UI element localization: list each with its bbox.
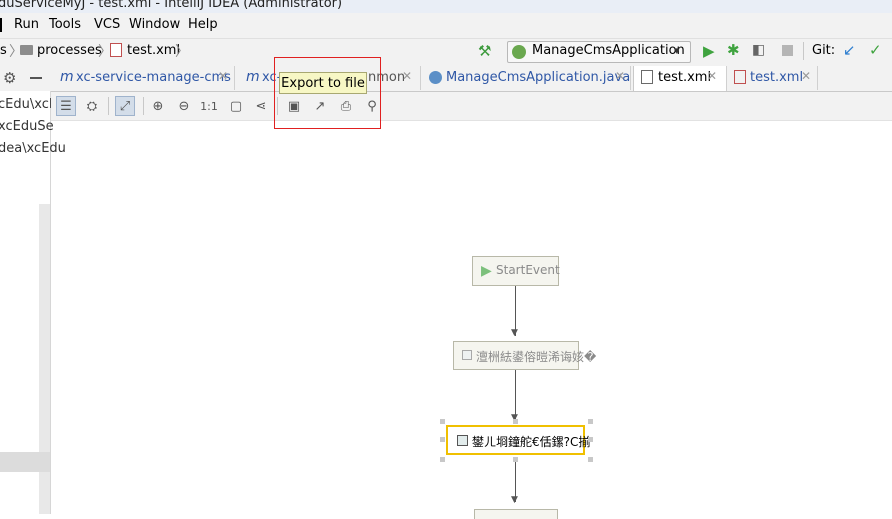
breadcrumb-fragment[interactable]: s — [0, 43, 7, 58]
folder-icon — [20, 45, 33, 55]
resize-handle[interactable] — [588, 437, 593, 442]
structure-icon[interactable]: ⛭ — [82, 96, 102, 116]
resize-handle[interactable] — [588, 457, 593, 462]
selected-user-task-node[interactable]: 鐢ㄦ埛鐘舵€佸鏍?C揃 — [446, 425, 590, 455]
tab-xc-service-manage-cms[interactable]: m xc-service-manage-cms ✕ — [52, 66, 235, 90]
chevron-down-icon: ▾ — [674, 44, 680, 57]
task-icon — [457, 435, 468, 446]
project-tool-window[interactable]: cEdu\xcE xcEduSe dea\xcEdu — [0, 91, 66, 514]
breadcrumb-test-xml[interactable]: test.xml — [127, 43, 180, 58]
tab-test-xml[interactable]: test.xml ✕ — [727, 66, 818, 90]
zoom-out-icon[interactable]: ⊖ — [174, 96, 194, 116]
toolbar-divider — [803, 42, 804, 60]
zoom-in-icon[interactable]: ⊕ — [148, 96, 168, 116]
spring-app-icon — [512, 45, 526, 59]
resize-handle[interactable] — [440, 419, 445, 424]
diagram-file-icon — [641, 70, 653, 84]
menu-bar: Run Tools VCS Window Help — [0, 13, 892, 38]
next-node-partial[interactable] — [474, 509, 558, 519]
tab-test-xml-diagram-active[interactable]: test.xml ✕ — [633, 66, 727, 91]
close-icon[interactable]: ✕ — [402, 69, 412, 83]
fit-content-icon[interactable]: ▢ — [226, 96, 246, 116]
export-tooltip: Export to file — [279, 72, 367, 94]
user-task-node[interactable]: 澶栦紶鍙傛暟浠诲姟� — [453, 341, 596, 370]
tab-managecmsapplication-java[interactable]: ManageCmsApplication.java ✕ — [422, 66, 631, 90]
gear-icon[interactable]: ⚙ — [3, 69, 16, 87]
navigation-bar: s 〉 processes 〉 test.xml 〉 ⚒ ManageCmsAp… — [0, 38, 892, 67]
menu-vcs[interactable]: VCS — [94, 17, 120, 32]
java-class-icon — [429, 71, 442, 84]
close-icon[interactable]: ✕ — [707, 69, 717, 83]
menu-run[interactable]: Run — [14, 17, 39, 32]
tab-label: test.xml — [658, 70, 712, 85]
diagram-canvas[interactable]: ▶ StartEvent ▼ 澶栦紶鍙傛暟浠诲姟� ▼ 鐢ㄦ埛鐘舵€佸鏍?C揃 … — [51, 121, 892, 519]
xml-file-icon — [734, 70, 746, 84]
resize-handle[interactable] — [440, 457, 445, 462]
resize-handle[interactable] — [588, 419, 593, 424]
run-configuration-label: ManageCmsApplication — [532, 43, 685, 58]
window-title-bar: duServiceMyJ - test.xml - IntelliJ IDEA … — [0, 0, 892, 13]
resize-handle[interactable] — [440, 437, 445, 442]
window-title: duServiceMyJ - test.xml - IntelliJ IDEA … — [0, 0, 343, 11]
arrowhead: ▼ — [511, 495, 518, 505]
properties-panel-icon[interactable]: ☰ — [56, 96, 76, 116]
tab-label: xc-service-manage-cms — [76, 70, 231, 85]
diagram-toolbar: ☰ ⛭ ⤢ ⊕ ⊖ 1:1 ▢ ⋖ ▣ ↗ ⎙ ⚲ — [51, 92, 892, 121]
close-icon[interactable]: ✕ — [615, 69, 625, 83]
maven-module-icon: m — [60, 69, 74, 85]
debug-bug-icon[interactable]: ✱ — [727, 41, 740, 59]
git-commit-check-icon[interactable]: ✓ — [869, 41, 882, 59]
node-label: 鐢ㄦ埛鐘舵€佸鏍?C揃 — [472, 435, 591, 449]
tab-label: ManageCmsApplication.java — [446, 70, 631, 85]
project-tree-item[interactable]: xcEduSe — [0, 119, 54, 134]
run-icon[interactable]: ▶ — [703, 42, 715, 60]
arrowhead: ▼ — [511, 328, 518, 338]
layout-icon[interactable]: ⋖ — [251, 96, 271, 116]
menu-help[interactable]: Help — [188, 17, 218, 32]
project-tree-item[interactable]: cEdu\xcE — [0, 97, 57, 112]
close-icon[interactable]: ✕ — [801, 69, 811, 83]
node-label: 澶栦紶鍙傛暟浠诲姟� — [476, 350, 597, 364]
edge-routing-icon[interactable]: ⤢ — [115, 96, 135, 116]
menu-tools[interactable]: Tools — [49, 17, 81, 32]
run-configuration-select[interactable]: ManageCmsApplication ▾ — [507, 41, 691, 63]
breadcrumb-processes[interactable]: processes — [37, 43, 102, 58]
start-event-node[interactable]: ▶ StartEvent — [472, 256, 560, 286]
hide-panel-icon[interactable] — [30, 77, 42, 79]
close-icon[interactable]: ✕ — [218, 69, 228, 83]
resize-handle[interactable] — [513, 419, 518, 424]
start-event-icon: ▶ — [481, 263, 492, 279]
breadcrumb-separator: 〉 — [175, 44, 189, 60]
xml-file-icon — [110, 43, 122, 57]
menu-edge-fragment — [0, 18, 2, 32]
editor-tabs-bar: ⚙ m xc-service-manage-cms ✕ m xc- nmon ✕… — [0, 66, 892, 92]
menu-window[interactable]: Window — [129, 17, 180, 32]
build-hammer-icon[interactable]: ⚒ — [478, 42, 491, 60]
git-label: Git: — [812, 43, 836, 58]
maven-module-icon: m — [246, 69, 260, 85]
git-update-icon[interactable]: ↙ — [843, 41, 856, 59]
toolbar-separator — [143, 97, 144, 115]
run-with-coverage-icon[interactable]: ◧ — [752, 42, 765, 58]
node-label: StartEvent — [496, 263, 560, 277]
actual-size-button[interactable]: 1:1 — [199, 96, 219, 116]
tab-label: test.xml — [750, 70, 804, 85]
toolbar-separator — [108, 97, 109, 115]
selected-tree-row[interactable] — [0, 452, 50, 472]
task-icon — [462, 350, 472, 360]
stop-icon[interactable] — [782, 45, 793, 56]
